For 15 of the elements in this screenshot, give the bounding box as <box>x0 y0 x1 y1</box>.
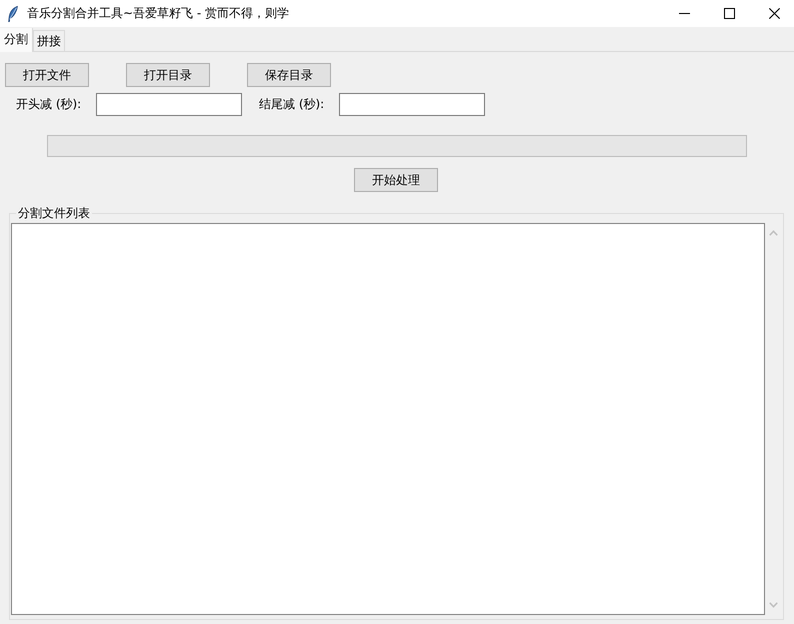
toolbar-button[interactable]: 打开目录 <box>126 63 210 87</box>
input-field[interactable] <box>339 93 485 116</box>
field-label: 结尾减 (秒): <box>259 96 326 113</box>
field-label: 开头减 (秒): <box>16 96 82 113</box>
start-button[interactable]: 开始处理 <box>354 168 438 192</box>
tab[interactable]: 分割 <box>0 28 33 52</box>
input-field[interactable] <box>96 93 242 116</box>
close-icon[interactable] <box>769 8 780 19</box>
frame-label: 分割文件列表 <box>17 206 91 220</box>
toolbar-button[interactable]: 打开文件 <box>5 63 89 87</box>
maximize-icon[interactable] <box>724 8 735 19</box>
feather-icon <box>8 6 18 22</box>
toolbar-button[interactable]: 保存目录 <box>247 63 331 87</box>
tab[interactable]: 拼接 <box>33 30 65 51</box>
window-title: 音乐分割合并工具~吾爱草籽飞 - 赏而不得，则学 <box>27 5 290 22</box>
